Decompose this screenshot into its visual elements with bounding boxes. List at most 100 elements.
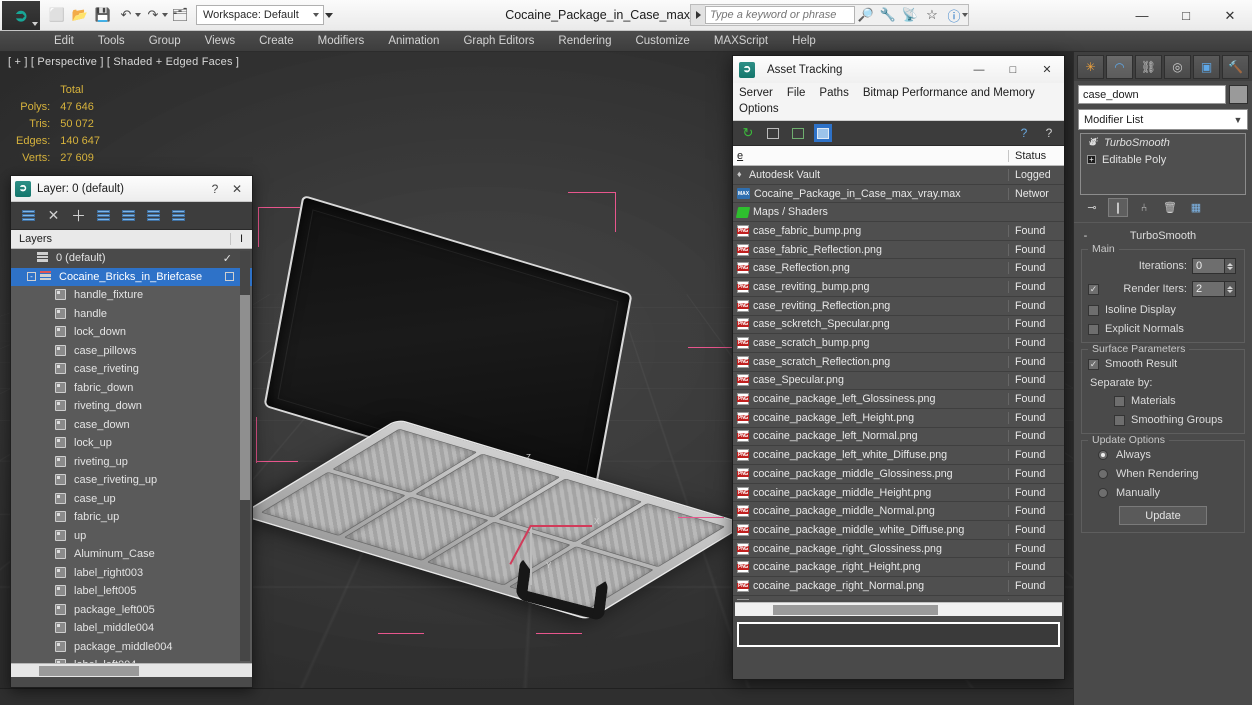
materials-row[interactable]: Materials: [1114, 395, 1238, 407]
asset-list[interactable]: ♦ Autodesk Vault Logged MAX Cocaine_Package_…: [733, 166, 1064, 600]
asset-row[interactable]: PNG cocaine_package_left_Glossiness.png Fo…: [733, 390, 1064, 409]
layer-row[interactable]: label_right003: [11, 564, 252, 583]
object-color-swatch[interactable]: [1229, 85, 1248, 104]
layer-row[interactable]: label_middle004: [11, 619, 252, 638]
asset-row[interactable]: PNG cocaine_package_left_Normal.png Found: [733, 428, 1064, 447]
menu-create[interactable]: Create: [247, 31, 306, 52]
search-binoculars-icon[interactable]: 🔎: [855, 5, 877, 25]
app-logo-button[interactable]: ➲: [2, 0, 40, 30]
menu-group[interactable]: Group: [137, 31, 193, 52]
layer-row[interactable]: Aluminum_Case: [11, 545, 252, 564]
manually-radio[interactable]: [1098, 488, 1108, 498]
update-button[interactable]: Update: [1119, 506, 1207, 525]
iterations-input[interactable]: [1192, 258, 1225, 274]
render-iters-input[interactable]: [1192, 281, 1225, 297]
add-selected-objects-button[interactable]: ＋: [69, 206, 88, 225]
turbosmooth-rollout-header[interactable]: - TurboSmooth: [1079, 227, 1247, 244]
redo-dropdown-icon[interactable]: [162, 13, 168, 17]
isoline-display-checkbox[interactable]: [1088, 304, 1099, 316]
render-iters-spinner-arrows[interactable]: [1225, 281, 1236, 297]
asset-row[interactable]: PNG cocaine_package_left_white_Diffuse.pn…: [733, 446, 1064, 465]
asset-row[interactable]: PNG cocaine_package_middle_Normal.png Foun…: [733, 502, 1064, 522]
viewport-label[interactable]: [ + ] [ Perspective ] [ Shaded + Edged F…: [8, 56, 239, 68]
modifier-stack[interactable]: ⛇ TurboSmooth + Editable Poly: [1080, 133, 1246, 195]
asset-column-header[interactable]: e Status: [733, 146, 1064, 166]
minimize-button[interactable]: —: [1120, 0, 1164, 31]
search-expand-icon[interactable]: [691, 5, 705, 25]
smooth-result-checkbox[interactable]: ✓: [1088, 358, 1099, 370]
menu-maxscript[interactable]: MAXScript: [702, 31, 780, 52]
explicit-normals-row[interactable]: Explicit Normals: [1088, 323, 1238, 335]
create-tab[interactable]: ✳: [1077, 55, 1104, 79]
asset-row[interactable]: MAX Cocaine_Package_in_Case_max_vray.max N…: [733, 185, 1064, 204]
menu-edit[interactable]: Edit: [42, 31, 86, 52]
make-unique-button[interactable]: ⑃: [1134, 198, 1154, 217]
layer-list-scrollbar-thumb[interactable]: [240, 295, 250, 500]
layer-visibility-checkbox[interactable]: [225, 272, 234, 282]
asset-row[interactable]: PNG cocaine_package_right_Height.png Found: [733, 558, 1064, 578]
search-input[interactable]: [705, 6, 855, 24]
smooth-result-row[interactable]: ✓ Smooth Result: [1088, 358, 1238, 370]
isoline-display-row[interactable]: Isoline Display: [1088, 304, 1238, 316]
hide-unhide-button[interactable]: [169, 206, 188, 225]
asset-menu-bitmap-performance[interactable]: Bitmap Performance and Memory: [863, 85, 1035, 101]
undo-dropdown-icon[interactable]: [135, 13, 141, 17]
asset-row[interactable]: PNG case_sckretch_Specular.png Found: [733, 316, 1064, 335]
layer-list-hscrollbar-thumb[interactable]: [39, 666, 139, 676]
always-radio[interactable]: [1098, 450, 1108, 460]
hierarchy-tab[interactable]: ⛓: [1135, 55, 1162, 79]
menu-rendering[interactable]: Rendering: [546, 31, 623, 52]
workspace-dropdown-icon[interactable]: [325, 12, 333, 18]
open-file-icon[interactable]: 📂: [69, 4, 91, 26]
asset-row[interactable]: PNG cocaine_package_right_Normal.png Found: [733, 577, 1064, 596]
update-option-manually[interactable]: Manually: [1088, 487, 1238, 499]
asset-list-hscrollbar-thumb[interactable]: [773, 605, 938, 615]
asset-menu-file[interactable]: File: [787, 85, 806, 101]
object-name-field[interactable]: case_down: [1078, 85, 1226, 104]
configure-modifier-sets-button[interactable]: ▦: [1186, 198, 1206, 217]
asset-row[interactable]: PNG cocaine_package_middle_white_Diffuse.…: [733, 521, 1064, 540]
layer-row[interactable]: riveting_up: [11, 453, 252, 472]
asset-row[interactable]: PNG case_Specular.png Found: [733, 372, 1064, 391]
asset-tracking-minimize-button[interactable]: —: [962, 56, 996, 83]
remove-modifier-button[interactable]: 🗑: [1160, 198, 1180, 217]
delete-highlighted-layer-button[interactable]: ✕: [44, 206, 63, 225]
help-blue-icon[interactable]: ?: [1015, 124, 1033, 142]
asset-row[interactable]: PNG case_scratch_bump.png Found: [733, 334, 1064, 353]
layers-column-header[interactable]: Layers I: [11, 230, 252, 249]
grid-view-button[interactable]: [814, 124, 832, 142]
modify-tab[interactable]: ◠: [1106, 55, 1133, 79]
render-iters-checkbox[interactable]: ✓: [1088, 283, 1099, 295]
list-view-button[interactable]: [764, 124, 782, 142]
asset-list-hscrollbar[interactable]: [735, 602, 1062, 616]
dish-icon[interactable]: 📡: [899, 5, 921, 25]
layer-row[interactable]: case_up: [11, 490, 252, 509]
asset-row[interactable]: PNG cocaine_package_right_white_Diffuse.p…: [733, 596, 1064, 600]
briefcase-3d-model[interactable]: Z X Y: [238, 192, 748, 657]
save-file-icon[interactable]: 💾: [92, 4, 114, 26]
help-gray-icon[interactable]: ?: [1040, 124, 1058, 142]
motion-tab[interactable]: ◎: [1164, 55, 1191, 79]
modifier-list-dropdown[interactable]: Modifier List ▼: [1078, 109, 1248, 130]
update-option-always[interactable]: Always: [1088, 449, 1238, 461]
undo-icon[interactable]: ↶: [115, 4, 137, 26]
show-end-result-button[interactable]: ❙: [1108, 198, 1128, 217]
layer-row[interactable]: package_left005: [11, 601, 252, 620]
layer-list-hscrollbar[interactable]: [11, 663, 252, 677]
layer-row[interactable]: lock_up: [11, 434, 252, 453]
smoothing-groups-row[interactable]: Smoothing Groups: [1114, 414, 1238, 426]
asset-row[interactable]: PNG case_fabric_bump.png Found: [733, 222, 1064, 241]
create-new-layer-button[interactable]: [19, 206, 38, 225]
asset-row[interactable]: PNG cocaine_package_middle_Glossiness.png…: [733, 465, 1064, 484]
layer-row[interactable]: case_pillows: [11, 342, 252, 361]
layer-row[interactable]: case_riveting_up: [11, 471, 252, 490]
asset-row[interactable]: PNG case_scratch_Reflection.png Found: [733, 353, 1064, 372]
maximize-button[interactable]: □: [1164, 0, 1208, 31]
menu-views[interactable]: Views: [193, 31, 247, 52]
menu-tools[interactable]: Tools: [86, 31, 137, 52]
favorite-star-icon[interactable]: ☆: [921, 5, 943, 25]
explicit-normals-checkbox[interactable]: [1088, 323, 1099, 335]
menu-help[interactable]: Help: [780, 31, 828, 52]
menu-modifiers[interactable]: Modifiers: [306, 31, 377, 52]
pin-stack-button[interactable]: ⊸: [1082, 198, 1102, 217]
